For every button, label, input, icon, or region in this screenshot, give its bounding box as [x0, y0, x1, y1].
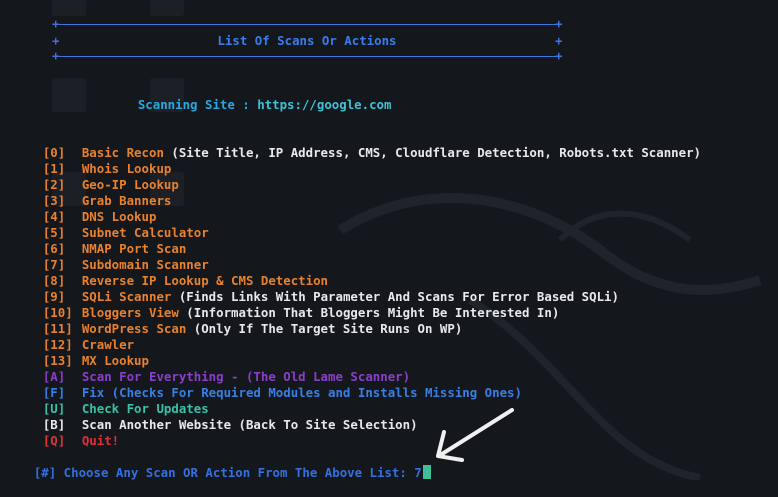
- menu-item-u: [U] Check For Updates: [13, 385, 209, 416]
- menu-item-6: [6] NMAP Port Scan: [13, 225, 186, 256]
- menu-item-12: [12] Crawler: [13, 321, 134, 352]
- prompt-text: [#] Choose Any Scan OR Action From The A…: [33, 465, 415, 480]
- arrow-annotation-icon: [436, 408, 514, 462]
- scanning-site-line: Scanning Site : https://google.com: [108, 81, 392, 112]
- header-corner-mark: +: [52, 16, 60, 31]
- terminal-output: + + + List Of Scans Or Actions + + + Sca…: [0, 0, 778, 480]
- command-prompt-line[interactable]: [#] Choose Any Scan OR Action From The A…: [4, 449, 431, 480]
- menu-item-7: [7] Subdomain Scanner: [13, 241, 209, 272]
- menu-item-4: [4] DNS Lookup: [13, 193, 157, 224]
- menu-item-2: [2] Geo-IP Lookup: [13, 161, 179, 192]
- menu-item-b: [B] Scan Another Website (Back To Site Se…: [13, 401, 418, 432]
- menu-item-10: [10] Bloggers View (Information That Blog…: [13, 289, 559, 320]
- menu-item-11: [11] WordPress Scan (Only If The Target S…: [13, 305, 462, 336]
- menu-key: [Q]: [42, 433, 66, 448]
- menu-label: Quit!: [81, 433, 120, 448]
- text-cursor: [422, 465, 431, 479]
- header-top-rule: [54, 24, 560, 25]
- header-bottom-rule: [54, 56, 560, 57]
- menu-item-1: [1] Whois Lookup: [13, 145, 172, 176]
- menu-item-f: [F] Fix (Checks For Required Modules and …: [13, 369, 522, 400]
- menu-description: (Site Title, IP Address, CMS, Cloudflare…: [163, 145, 702, 160]
- menu-item-9: [9] SQLi Scanner (Finds Links With Parame…: [13, 273, 619, 304]
- menu-item-13: [13] MX Lookup: [13, 337, 149, 368]
- scanning-site-label: Scanning Site :: [137, 97, 258, 112]
- menu-label: Scan Another Website (Back To Site Selec…: [81, 417, 418, 432]
- header-side-mark: +: [555, 33, 563, 48]
- prompt-input[interactable]: 7: [414, 465, 421, 480]
- menu-item-5: [5] Subnet Calculator: [13, 209, 209, 240]
- menu-item-q: [Q] Quit!: [13, 417, 119, 448]
- menu-item-8: [8] Reverse IP Lookup & CMS Detection: [13, 257, 328, 288]
- header-corner-mark: +: [555, 48, 563, 63]
- header-title: List Of Scans Or Actions: [217, 33, 397, 48]
- header-corner-mark: +: [555, 16, 563, 31]
- menu-description: (Only If The Target Site Runs On WP): [186, 321, 463, 336]
- menu-item-3: [3] Grab Banners: [13, 177, 172, 208]
- menu-item-0: [0] Basic Recon (Site Title, IP Address, …: [13, 129, 701, 160]
- header-corner-mark: +: [52, 48, 60, 63]
- scanning-site-url: https://google.com: [257, 97, 392, 112]
- menu-item-a: [A] Scan For Everything - (The Old Lame S…: [13, 353, 410, 384]
